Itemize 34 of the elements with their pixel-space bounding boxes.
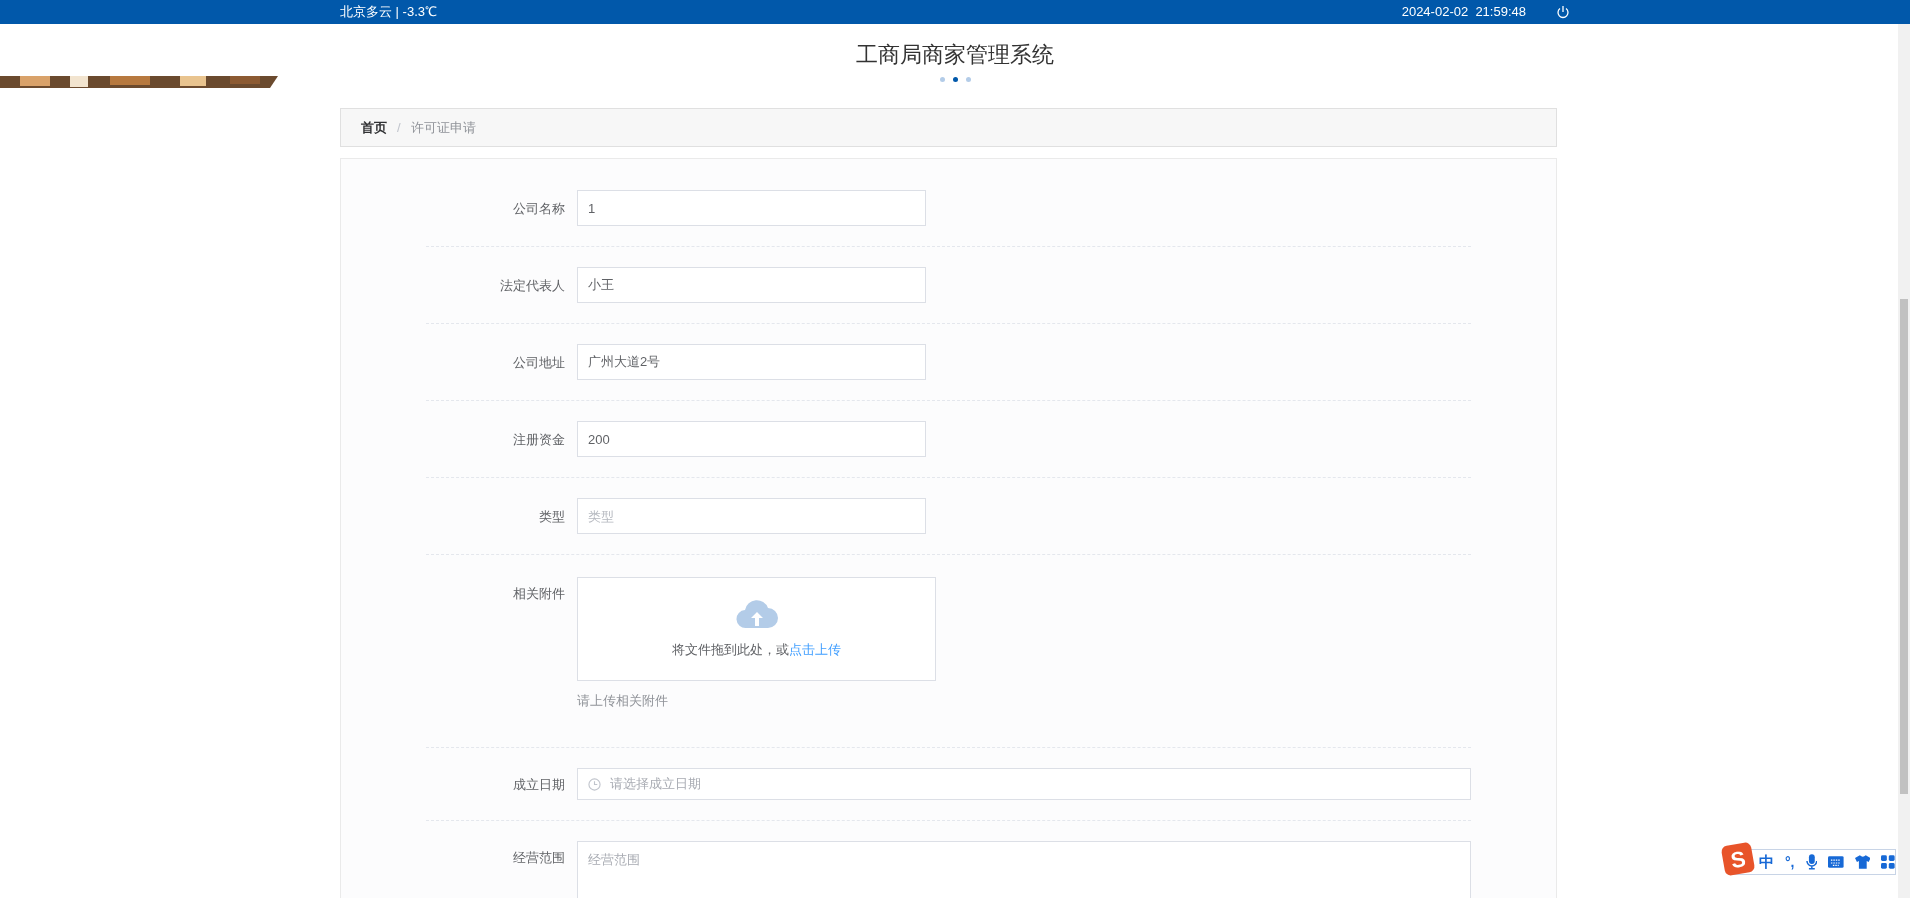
field-label: 经营范围 <box>513 849 565 865</box>
ime-punctuation[interactable]: °, <box>1785 851 1795 873</box>
keyboard-icon[interactable] <box>1828 856 1844 868</box>
date-time: 2024-02-02 21:59:48 <box>1401 3 1526 22</box>
power-icon[interactable] <box>1556 5 1570 19</box>
upload-tip: 请上传相关附件 <box>577 692 669 710</box>
text-field[interactable]: 200 <box>577 421 926 457</box>
field-label: 注册资金 <box>513 432 565 447</box>
cloud-upload-icon <box>735 598 778 631</box>
upload-hint: 将文件拖到此处，或点击上传 <box>672 641 841 660</box>
upload-dropzone[interactable]: 将文件拖到此处，或点击上传 <box>577 577 936 681</box>
field-label: 公司地址 <box>513 355 565 370</box>
text-field[interactable]: 小王 <box>577 267 926 303</box>
breadcrumb-separator: / <box>397 118 401 137</box>
field-label: 类型 <box>539 509 565 524</box>
text-field[interactable]: 广州大道2号 <box>577 344 926 380</box>
grid-icon[interactable] <box>1881 855 1895 869</box>
weather-text: 北京多云 | -3.3℃ <box>340 3 437 22</box>
page-title: 工商局商家管理系统 <box>856 41 1054 69</box>
shirt-icon[interactable] <box>1854 855 1871 869</box>
ime-logo[interactable]: S <box>1720 841 1756 877</box>
date-field[interactable]: 请选择成立日期 <box>577 767 1471 800</box>
breadcrumb-item: 许可证申请 <box>410 118 476 137</box>
text-field[interactable]: 类型 <box>577 498 926 534</box>
text-field[interactable]: 1 <box>577 190 926 226</box>
microphone-icon[interactable] <box>1805 854 1818 870</box>
field-label: 成立日期 <box>513 776 565 792</box>
field-label: 法定代表人 <box>500 278 565 293</box>
breadcrumb-item[interactable]: 首页 <box>361 117 387 138</box>
field-label: 公司名称 <box>513 201 565 216</box>
field-label: 相关附件 <box>513 586 565 601</box>
clock-icon <box>588 777 601 791</box>
textarea-field[interactable]: 经营范围 <box>577 840 1471 898</box>
ime-mode[interactable]: 中 <box>1759 850 1774 874</box>
